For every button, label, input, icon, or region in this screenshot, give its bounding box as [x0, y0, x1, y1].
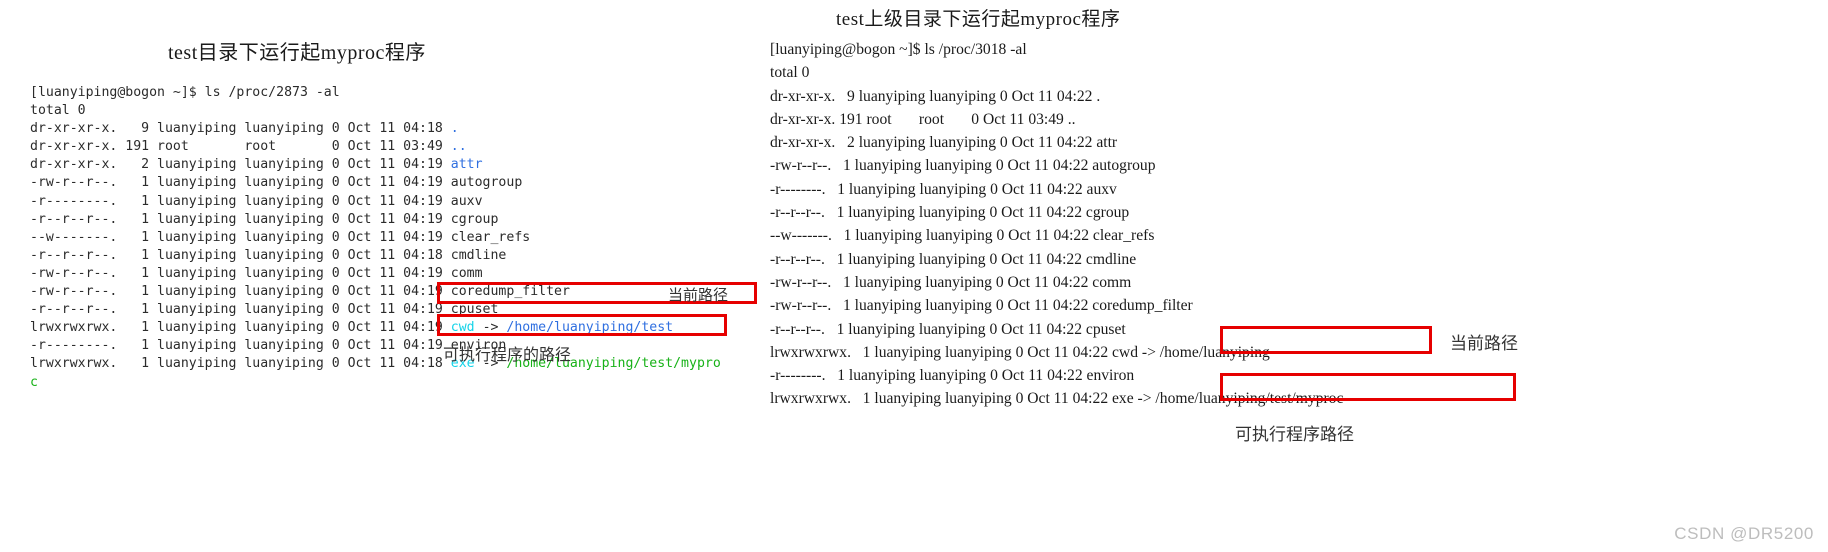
terminal-prompt-line: [luanyiping@bogon ~]$ ls /proc/2873 -al: [30, 84, 721, 102]
annotation-exe-left: 可执行程序的路径: [443, 347, 572, 364]
listing-row: dr-xr-xr-x. 2 luanyiping luanyiping 0 Oc…: [30, 156, 721, 174]
listing-name: cgroup: [450, 211, 499, 227]
right-terminal-output: [luanyiping@bogon ~]$ ls /proc/3018 -al t…: [770, 38, 1343, 411]
listing-name: cwd: [450, 320, 475, 336]
listing-line: -rw-r--r--. 1 luanyiping luanyiping 0 Oc…: [770, 297, 1193, 315]
listing-row: -rw-r--r--. 1 luanyiping luanyiping 0 Oc…: [770, 271, 1343, 294]
annotation-exe-right: 可执行程序路径: [1235, 425, 1354, 444]
listing-row: -rw-r--r--. 1 luanyiping luanyiping 0 Oc…: [30, 265, 721, 283]
listing-row: -r--r--r--. 1 luanyiping luanyiping 0 Oc…: [770, 201, 1343, 224]
listing-row: --w-------. 1 luanyiping luanyiping 0 Oc…: [30, 229, 721, 247]
csdn-watermark: CSDN @DR5200: [1674, 524, 1814, 543]
listing-name: cmdline: [450, 247, 507, 263]
right-terminal-panel: test上级目录下运行起myproc程序 [luanyiping@bogon ~…: [770, 0, 1828, 552]
listing-meta: -r--r--r--. 1 luanyiping luanyiping 0 Oc…: [30, 302, 451, 318]
listing-meta: lrwxrwxrwx. 1 luanyiping luanyiping 0 Oc…: [30, 320, 451, 336]
listing-line: lrwxrwxrwx. 1 luanyiping luanyiping 0 Oc…: [770, 390, 1344, 408]
prompt-text: [luanyiping@bogon ~]$ ls /proc/3018 -al: [770, 41, 1027, 58]
listing-name: .: [450, 121, 459, 137]
listing-link-target: /home/luanyiping/test: [506, 320, 674, 336]
listing-name: comm: [450, 265, 483, 281]
listing-line: -rw-r--r--. 1 luanyiping luanyiping 0 Oc…: [770, 157, 1156, 175]
listing-line: dr-xr-xr-x. 191 root root 0 Oct 11 03:49…: [770, 110, 1076, 128]
listing-row: -r--------. 1 luanyiping luanyiping 0 Oc…: [30, 193, 721, 211]
listing-wrap-line: c: [30, 374, 721, 392]
listing-line: dr-xr-xr-x. 2 luanyiping luanyiping 0 Oc…: [770, 134, 1118, 152]
listing-arrow: ->: [474, 320, 507, 336]
listing-name: auxv: [450, 193, 483, 209]
listing-line: -rw-r--r--. 1 luanyiping luanyiping 0 Oc…: [770, 273, 1132, 291]
listing-row: dr-xr-xr-x. 9 luanyiping luanyiping 0 Oc…: [30, 120, 721, 138]
listing-row: -rw-r--r--. 1 luanyiping luanyiping 0 Oc…: [770, 294, 1343, 317]
annotation-cwd-left: 当前路径: [668, 288, 729, 304]
listing-line: -r--------. 1 luanyiping luanyiping 0 Oc…: [770, 367, 1135, 385]
listing-meta: lrwxrwxrwx. 1 luanyiping luanyiping 0 Oc…: [30, 356, 451, 372]
listing-row: dr-xr-xr-x. 2 luanyiping luanyiping 0 Oc…: [770, 131, 1343, 154]
listing-row: -rw-r--r--. 1 luanyiping luanyiping 0 Oc…: [30, 174, 721, 192]
total-text: total 0: [30, 103, 86, 119]
listing-meta: -rw-r--r--. 1 luanyiping luanyiping 0 Oc…: [30, 175, 451, 191]
listing-name: attr: [450, 157, 483, 173]
listing-name: autogroup: [450, 175, 523, 191]
total-text: total 0: [770, 64, 810, 82]
listing-row: lrwxrwxrwx. 1 luanyiping luanyiping 0 Oc…: [30, 355, 721, 373]
listing-name: coredump_filter: [450, 284, 570, 300]
listing-meta: -r--r--r--. 1 luanyiping luanyiping 0 Oc…: [30, 211, 451, 227]
listing-meta: -r--r--r--. 1 luanyiping luanyiping 0 Oc…: [30, 247, 451, 263]
listing-name: cpuset: [450, 302, 499, 318]
listing-meta: -r--------. 1 luanyiping luanyiping 0 Oc…: [30, 193, 451, 209]
listing-line: dr-xr-xr-x. 9 luanyiping luanyiping 0 Oc…: [770, 87, 1101, 105]
listing-meta: dr-xr-xr-x. 191 root root 0 Oct 11 03:49: [30, 139, 451, 155]
listing-row: dr-xr-xr-x. 191 root root 0 Oct 11 03:49…: [30, 138, 721, 156]
listing-name: ..: [450, 139, 467, 155]
listing-row: -r--------. 1 luanyiping luanyiping 0 Oc…: [770, 178, 1343, 201]
listing-row: -r--r--r--. 1 luanyiping luanyiping 0 Oc…: [30, 301, 721, 319]
listing-row: -rw-r--r--. 1 luanyiping luanyiping 0 Oc…: [30, 283, 721, 301]
listing-row: -r--------. 1 luanyiping luanyiping 0 Oc…: [770, 364, 1343, 387]
listing-row: --w-------. 1 luanyiping luanyiping 0 Oc…: [770, 224, 1343, 247]
listing-meta: -rw-r--r--. 1 luanyiping luanyiping 0 Oc…: [30, 265, 451, 281]
listing-row: -r--r--r--. 1 luanyiping luanyiping 0 Oc…: [30, 247, 721, 265]
listing-line: -r--r--r--. 1 luanyiping luanyiping 0 Oc…: [770, 320, 1126, 338]
prompt-text: [luanyiping@bogon ~]$ ls /proc/2873 -al: [30, 85, 340, 100]
listing-line: -r--------. 1 luanyiping luanyiping 0 Oc…: [770, 180, 1117, 198]
left-panel-title: test目录下运行起myproc程序: [168, 42, 426, 64]
listing-row: dr-xr-xr-x. 191 root root 0 Oct 11 03:49…: [770, 108, 1343, 131]
listing-row: lrwxrwxrwx. 1 luanyiping luanyiping 0 Oc…: [770, 341, 1343, 364]
listing-line: lrwxrwxrwx. 1 luanyiping luanyiping 0 Oc…: [770, 343, 1270, 361]
listing-row: lrwxrwxrwx. 1 luanyiping luanyiping 0 Oc…: [30, 319, 721, 337]
listing-row: -r--r--r--. 1 luanyiping luanyiping 0 Oc…: [770, 248, 1343, 271]
listing-meta: -r--------. 1 luanyiping luanyiping 0 Oc…: [30, 338, 451, 354]
listing-name: clear_refs: [450, 229, 531, 245]
left-terminal-output: [luanyiping@bogon ~]$ ls /proc/2873 -al t…: [30, 84, 721, 392]
listing-wrap-char: c: [30, 374, 38, 390]
listing-line: -r--r--r--. 1 luanyiping luanyiping 0 Oc…: [770, 204, 1130, 222]
listing-row: -r--r--r--. 1 luanyiping luanyiping 0 Oc…: [770, 318, 1343, 341]
terminal-prompt-line: [luanyiping@bogon ~]$ ls /proc/3018 -al: [770, 38, 1343, 61]
listing-row: -r--r--r--. 1 luanyiping luanyiping 0 Oc…: [30, 211, 721, 229]
listing-row: dr-xr-xr-x. 9 luanyiping luanyiping 0 Oc…: [770, 85, 1343, 108]
listing-row: -r--------. 1 luanyiping luanyiping 0 Oc…: [30, 337, 721, 355]
listing-meta: --w-------. 1 luanyiping luanyiping 0 Oc…: [30, 229, 451, 245]
terminal-total-line: total 0: [30, 102, 721, 120]
listing-meta: dr-xr-xr-x. 2 luanyiping luanyiping 0 Oc…: [30, 157, 451, 173]
listing-row: -rw-r--r--. 1 luanyiping luanyiping 0 Oc…: [770, 154, 1343, 177]
listing-meta: -rw-r--r--. 1 luanyiping luanyiping 0 Oc…: [30, 284, 451, 300]
listing-row: lrwxrwxrwx. 1 luanyiping luanyiping 0 Oc…: [770, 387, 1343, 410]
terminal-total-line: total 0: [770, 61, 1343, 84]
listing-meta: dr-xr-xr-x. 9 luanyiping luanyiping 0 Oc…: [30, 121, 451, 137]
right-panel-title: test上级目录下运行起myproc程序: [836, 9, 1121, 30]
annotation-cwd-right: 当前路径: [1450, 334, 1518, 353]
left-terminal-panel: test目录下运行起myproc程序 [luanyiping@bogon ~]$…: [0, 0, 770, 552]
listing-line: --w-------. 1 luanyiping luanyiping 0 Oc…: [770, 227, 1155, 245]
listing-line: -r--r--r--. 1 luanyiping luanyiping 0 Oc…: [770, 250, 1137, 268]
